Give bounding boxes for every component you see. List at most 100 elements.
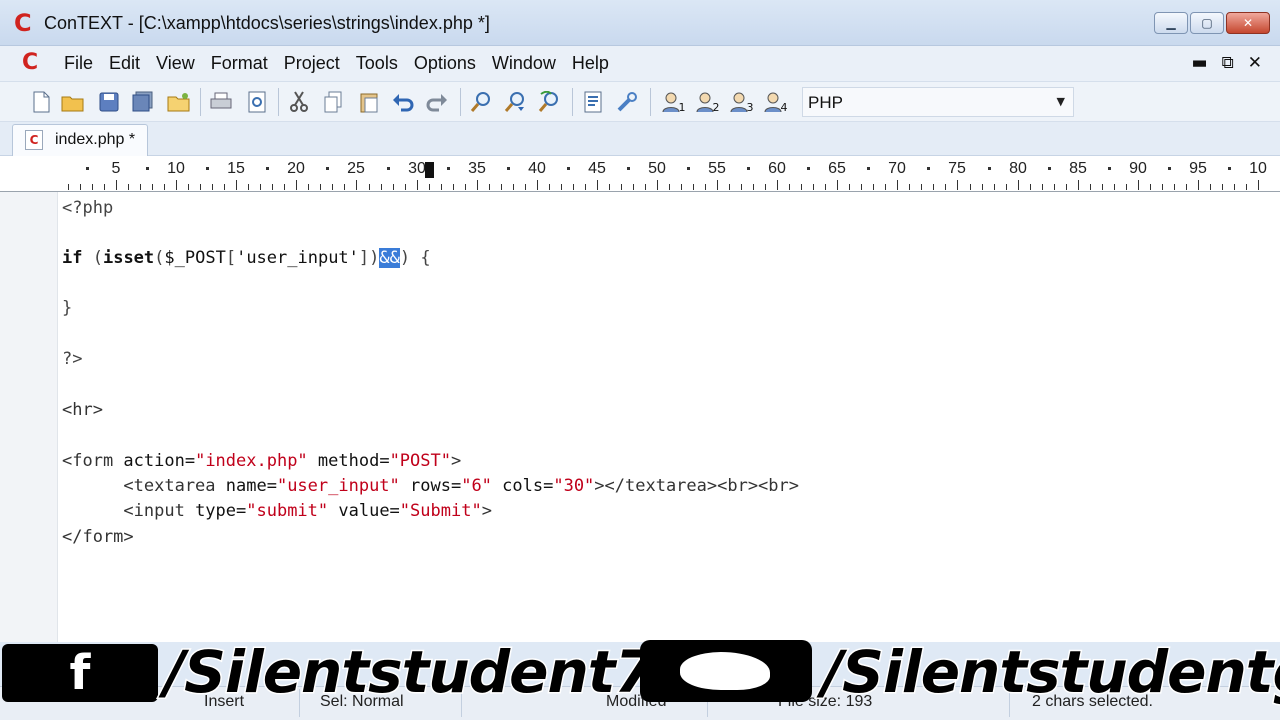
user-command-1-icon[interactable]: 1: [658, 89, 688, 115]
doc-close-icon[interactable]: ✕: [1248, 53, 1262, 73]
code-editor[interactable]: <?php if (isset($_POST['user_input'])&&) …: [0, 192, 1280, 642]
maximize-icon[interactable]: ▢: [1190, 12, 1224, 34]
menu-file[interactable]: File: [56, 53, 101, 74]
ruler-tick: [1198, 180, 1199, 190]
code-token: value=: [328, 501, 400, 521]
title-bar: C ConTEXT - [C:\xampp\htdocs\series\stri…: [0, 0, 1280, 46]
ruler-tick: [813, 184, 814, 190]
code-token: }: [62, 298, 73, 318]
menu-format[interactable]: Format: [203, 53, 276, 74]
ruler-tick: [332, 184, 333, 190]
ruler-tick: [417, 180, 418, 190]
cut-icon[interactable]: [286, 89, 312, 115]
ruler-dot: [447, 167, 450, 170]
menu-view[interactable]: View: [148, 53, 203, 74]
user-command-2-icon[interactable]: 2: [692, 89, 722, 115]
ruler-tick: [945, 184, 946, 190]
status-selection-mode: Sel: Normal: [312, 689, 462, 717]
code-line[interactable]: }: [62, 296, 72, 320]
user-command-4-icon[interactable]: 4: [760, 89, 790, 115]
user-command-3-icon[interactable]: 3: [726, 89, 756, 115]
menu-help[interactable]: Help: [564, 53, 617, 74]
ruler-tick: [609, 184, 610, 190]
document-window-controls: ▬ ⧉ ✕: [1192, 53, 1262, 73]
code-line[interactable]: <form action="index.php" method="POST">: [62, 449, 461, 473]
toolbar-separator: [572, 88, 573, 116]
save-icon[interactable]: [96, 89, 122, 115]
document-tab-strip: C index.php *: [0, 122, 1280, 156]
ruler-tick: [729, 184, 730, 190]
ruler-tick: [248, 184, 249, 190]
document-menu-icon[interactable]: C: [22, 51, 46, 75]
ruler-label: 50: [648, 160, 666, 177]
code-line[interactable]: if (isset($_POST['user_input'])&&) {: [62, 246, 431, 270]
print-preview-icon[interactable]: [244, 89, 270, 115]
menu-project[interactable]: Project: [276, 53, 348, 74]
open-folder-icon[interactable]: [60, 89, 86, 115]
print-icon[interactable]: [208, 89, 234, 115]
chevron-down-icon[interactable]: ▼: [1057, 95, 1065, 108]
ruler-tick: [272, 184, 273, 190]
ruler-tick: [705, 184, 706, 190]
ruler-tick: [597, 180, 598, 190]
code-token: "Submit": [399, 501, 482, 521]
selected-text: &&: [379, 248, 400, 268]
ruler-label: 10: [167, 160, 185, 177]
ruler-tick: [1186, 184, 1187, 190]
menu-window[interactable]: Window: [484, 53, 564, 74]
toolbar-separator: [278, 88, 279, 116]
redo-icon[interactable]: [424, 89, 450, 115]
language-select[interactable]: PHP ▼: [802, 87, 1074, 117]
status-chars-selected: 2 chars selected.: [1032, 693, 1153, 710]
ruler-tick: [717, 180, 718, 190]
minimize-icon[interactable]: ▁: [1154, 12, 1188, 34]
copy-icon[interactable]: [320, 89, 346, 115]
code-line[interactable]: <textarea name="user_input" rows="6" col…: [62, 474, 799, 498]
ruler-tick: [212, 184, 213, 190]
code-line[interactable]: <?php: [62, 196, 113, 220]
toolbar-separator: [460, 88, 461, 116]
doc-restore-icon[interactable]: ⧉: [1222, 53, 1234, 73]
ruler-dot: [927, 167, 930, 170]
settings-icon[interactable]: [614, 89, 640, 115]
export-icon[interactable]: [580, 89, 606, 115]
code-token: <form: [62, 451, 124, 471]
ruler-dot: [687, 167, 690, 170]
code-line[interactable]: <input type="submit" value="Submit">: [62, 499, 492, 523]
ruler-tick: [176, 180, 177, 190]
ruler-label: 15: [227, 160, 245, 177]
doc-minimize-icon[interactable]: ▬: [1192, 53, 1208, 73]
ruler-tick: [957, 180, 958, 190]
ruler-tick: [621, 184, 622, 190]
undo-icon[interactable]: [390, 89, 416, 115]
ruler-tick: [513, 184, 514, 190]
ruler-tick: [224, 184, 225, 190]
code-token: action=: [123, 451, 196, 471]
menu-tools[interactable]: Tools: [348, 53, 406, 74]
menu-options[interactable]: Options: [406, 53, 484, 74]
code-token: [: [225, 248, 237, 268]
close-icon[interactable]: ✕: [1226, 12, 1270, 34]
find-icon[interactable]: [468, 89, 494, 115]
menu-edit[interactable]: Edit: [101, 53, 148, 74]
replace-icon[interactable]: [536, 89, 562, 115]
code-token: "user_input": [276, 476, 400, 496]
ruler-tick: [1246, 184, 1247, 190]
ruler-tick: [441, 184, 442, 190]
ruler-label: 45: [588, 160, 606, 177]
ruler-tick: [140, 184, 141, 190]
code-line[interactable]: <hr>: [62, 398, 103, 422]
code-line[interactable]: ?>: [62, 347, 82, 371]
save-all-icon[interactable]: [130, 89, 156, 115]
ruler-tick: [537, 180, 538, 190]
ruler-tick: [585, 184, 586, 190]
code-token: <textarea: [62, 476, 226, 496]
ruler-tick: [1138, 180, 1139, 190]
find-next-icon[interactable]: [502, 89, 528, 115]
ruler-tick: [1018, 180, 1019, 190]
paste-icon[interactable]: [356, 89, 382, 115]
new-file-icon[interactable]: [28, 89, 54, 115]
tab-index-php[interactable]: C index.php *: [12, 124, 148, 156]
open-project-icon[interactable]: [166, 89, 192, 115]
code-line[interactable]: </form>: [62, 525, 134, 549]
